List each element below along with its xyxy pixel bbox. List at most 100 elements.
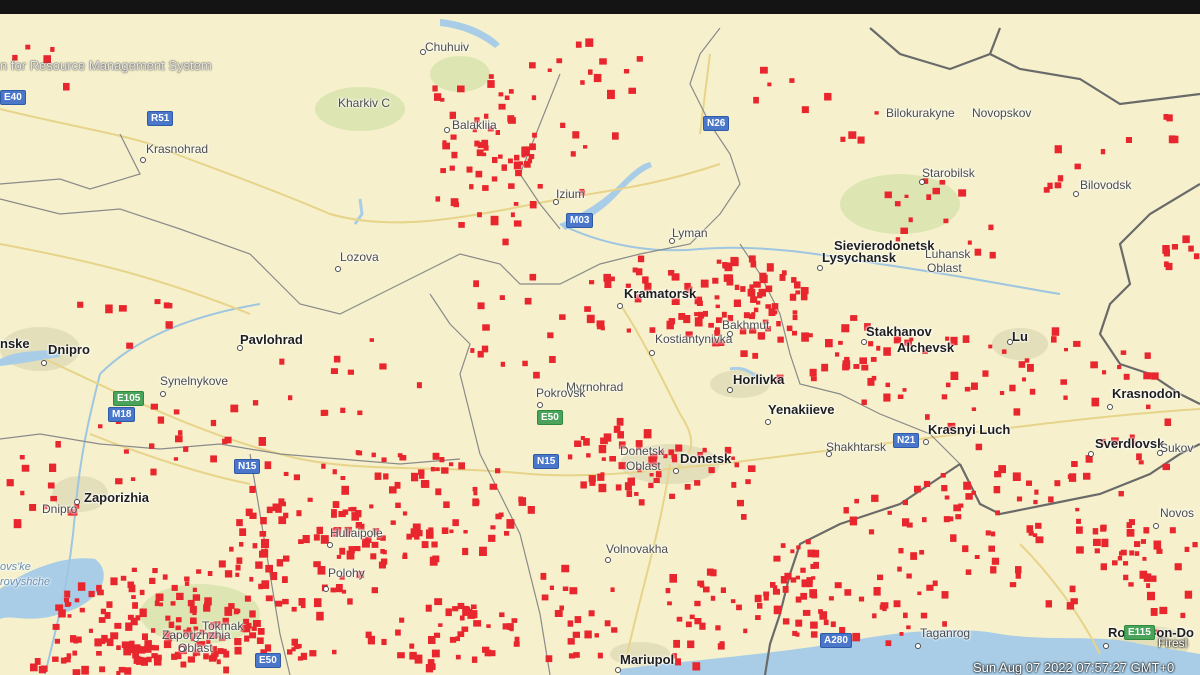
fire-hotspot	[1043, 187, 1050, 193]
fire-hotspot	[482, 324, 490, 331]
fire-hotspot	[477, 302, 485, 310]
fire-hotspot	[697, 311, 705, 319]
fire-hotspot	[615, 484, 622, 491]
fire-hotspot	[529, 201, 537, 209]
fire-hotspot	[265, 595, 273, 602]
fire-hotspot	[335, 584, 343, 593]
fire-hotspot	[734, 462, 740, 468]
fire-hotspot	[877, 574, 884, 581]
fire-hotspot	[748, 255, 756, 263]
fire-hotspot	[524, 160, 531, 168]
water-label: ovs'ke	[0, 561, 31, 573]
fire-hotspot	[945, 382, 951, 388]
fire-hotspot	[518, 161, 523, 166]
fire-hotspot	[593, 73, 602, 83]
fire-hotspot	[532, 132, 537, 138]
fire-hotspot	[607, 89, 615, 100]
fire-hotspot	[38, 666, 46, 674]
fire-hotspot	[221, 648, 227, 654]
fire-hotspot	[397, 453, 403, 458]
fire-hotspot	[870, 357, 877, 362]
fire-hotspot	[298, 598, 306, 606]
fire-hotspot	[223, 666, 229, 674]
fire-hotspot	[19, 455, 25, 460]
fire-hotspot	[958, 189, 967, 197]
fire-hotspot	[490, 215, 499, 226]
fire-hotspot	[378, 561, 386, 569]
fire-hotspot	[792, 310, 798, 315]
fire-hotspot	[759, 272, 767, 281]
fire-hotspot	[218, 560, 226, 568]
fire-hotspot	[561, 564, 570, 573]
fire-hotspot	[154, 299, 161, 305]
fire-hotspot	[1146, 583, 1151, 588]
fire-hotspot	[568, 653, 576, 659]
fire-hotspot	[853, 364, 860, 369]
fire-hotspot	[374, 472, 382, 480]
road-shield: E105	[113, 391, 145, 406]
fire-hotspot	[150, 403, 158, 410]
fire-hotspot	[790, 577, 797, 583]
fire-hotspot	[224, 570, 233, 578]
city-label: Dnipro	[48, 342, 90, 357]
city-marker	[1107, 404, 1113, 410]
fire-hotspot	[252, 400, 259, 406]
fire-hotspot	[149, 443, 155, 449]
fire-hotspot	[1090, 361, 1098, 369]
city-marker	[537, 402, 543, 408]
fire-hotspot	[763, 591, 770, 597]
fire-hotspot	[716, 259, 722, 264]
fire-hotspot	[988, 224, 994, 231]
fire-hotspot	[47, 482, 55, 489]
fire-hotspot	[469, 184, 474, 190]
fire-hotspot	[733, 299, 741, 307]
fire-hotspot	[740, 286, 746, 292]
fire-hotspot	[502, 238, 509, 246]
fire-hotspot	[127, 581, 134, 588]
fire-hotspot	[488, 74, 494, 79]
fire-hotspot	[222, 438, 228, 445]
city-marker	[140, 157, 146, 163]
fire-hotspot	[354, 546, 361, 552]
fire-hotspot	[461, 626, 469, 632]
fire-hotspot	[531, 95, 537, 101]
fire-hotspot	[786, 325, 793, 332]
fire-hotspot	[586, 453, 591, 458]
fire-hotspot	[420, 480, 429, 488]
city-label: Bakhmut	[722, 318, 770, 332]
fire-hotspot	[270, 572, 278, 581]
fire-hotspot	[675, 658, 681, 666]
fire-hotspot	[244, 635, 250, 642]
fire-hotspot	[94, 638, 102, 647]
fire-hotspot	[154, 600, 160, 607]
fire-hotspot	[569, 587, 578, 595]
fire-hotspot	[77, 301, 84, 308]
road-shield: R51	[147, 111, 174, 126]
fire-hotspot	[767, 82, 772, 87]
fire-hotspot	[255, 561, 263, 569]
fire-hotspot	[29, 504, 37, 511]
fire-hotspot	[114, 622, 122, 629]
map-attribution: n for Resource Management System	[0, 58, 212, 73]
fire-hotspot	[626, 490, 633, 497]
fire-hotspot	[850, 315, 858, 321]
fire-map[interactable]: Chuhuiv Kharkiv C Balakliia Krasnohrad Izium…	[0, 14, 1200, 675]
fire-hotspot	[1166, 114, 1173, 122]
city-marker	[615, 667, 621, 673]
fire-hotspot	[805, 539, 811, 545]
city-label: Kramatorsk	[624, 286, 697, 301]
fire-hotspot	[1035, 522, 1042, 529]
fire-hotspot	[908, 217, 913, 223]
fire-hotspot	[844, 589, 852, 596]
fire-hotspot	[985, 530, 991, 536]
fire-hotspot	[357, 410, 363, 416]
fire-hotspot	[598, 445, 607, 454]
fire-hotspot	[1153, 540, 1162, 550]
fire-hotspot	[1140, 539, 1146, 544]
road-shield: N21	[893, 433, 920, 448]
fire-hotspot	[730, 456, 735, 460]
fire-hotspot	[609, 456, 616, 462]
fire-hotspot	[175, 435, 183, 443]
fire-hotspot	[974, 555, 980, 559]
fire-hotspot	[618, 462, 626, 470]
